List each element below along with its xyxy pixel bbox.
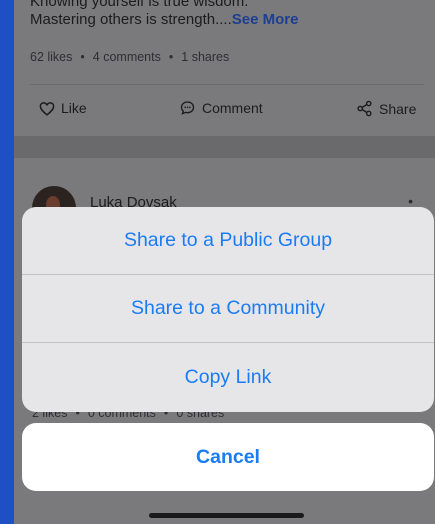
share-label: Share xyxy=(379,100,417,117)
comment-label: Comment xyxy=(202,100,263,116)
share-to-community-button[interactable]: Share to a Community xyxy=(22,275,434,343)
divider xyxy=(30,84,424,85)
share-button[interactable]: Share xyxy=(356,100,416,117)
post-stats: 62 likes • 4 comments • 1 shares xyxy=(30,50,229,64)
left-edge-strip xyxy=(0,0,14,524)
like-button[interactable]: Like xyxy=(39,100,87,116)
share-icon xyxy=(357,100,372,117)
feed-separator xyxy=(14,136,435,158)
separator-dot: • xyxy=(168,50,174,64)
comments-count[interactable]: 4 comments xyxy=(93,50,161,64)
post-text: Mastering others is strength.... xyxy=(30,11,232,28)
separator-dot: • xyxy=(80,50,85,64)
home-indicator xyxy=(149,513,304,518)
post-card: Knowing yourself is true wisdom. Masteri… xyxy=(14,0,435,136)
cancel-button[interactable]: Cancel xyxy=(22,423,434,491)
shares-count[interactable]: 1 shares xyxy=(181,50,229,64)
post-text-line: Mastering others is strength....See More xyxy=(30,10,298,30)
like-label: Like xyxy=(61,100,87,116)
share-action-sheet: Share to a Public Group Share to a Commu… xyxy=(22,207,434,412)
see-more-link[interactable]: See More xyxy=(232,11,299,28)
comment-icon xyxy=(180,101,195,115)
share-to-public-group-button[interactable]: Share to a Public Group xyxy=(22,207,434,275)
heart-icon xyxy=(39,101,55,116)
comment-button[interactable]: Comment xyxy=(179,100,263,116)
likes-count[interactable]: 62 likes xyxy=(30,50,72,64)
copy-link-button[interactable]: Copy Link xyxy=(22,343,434,411)
